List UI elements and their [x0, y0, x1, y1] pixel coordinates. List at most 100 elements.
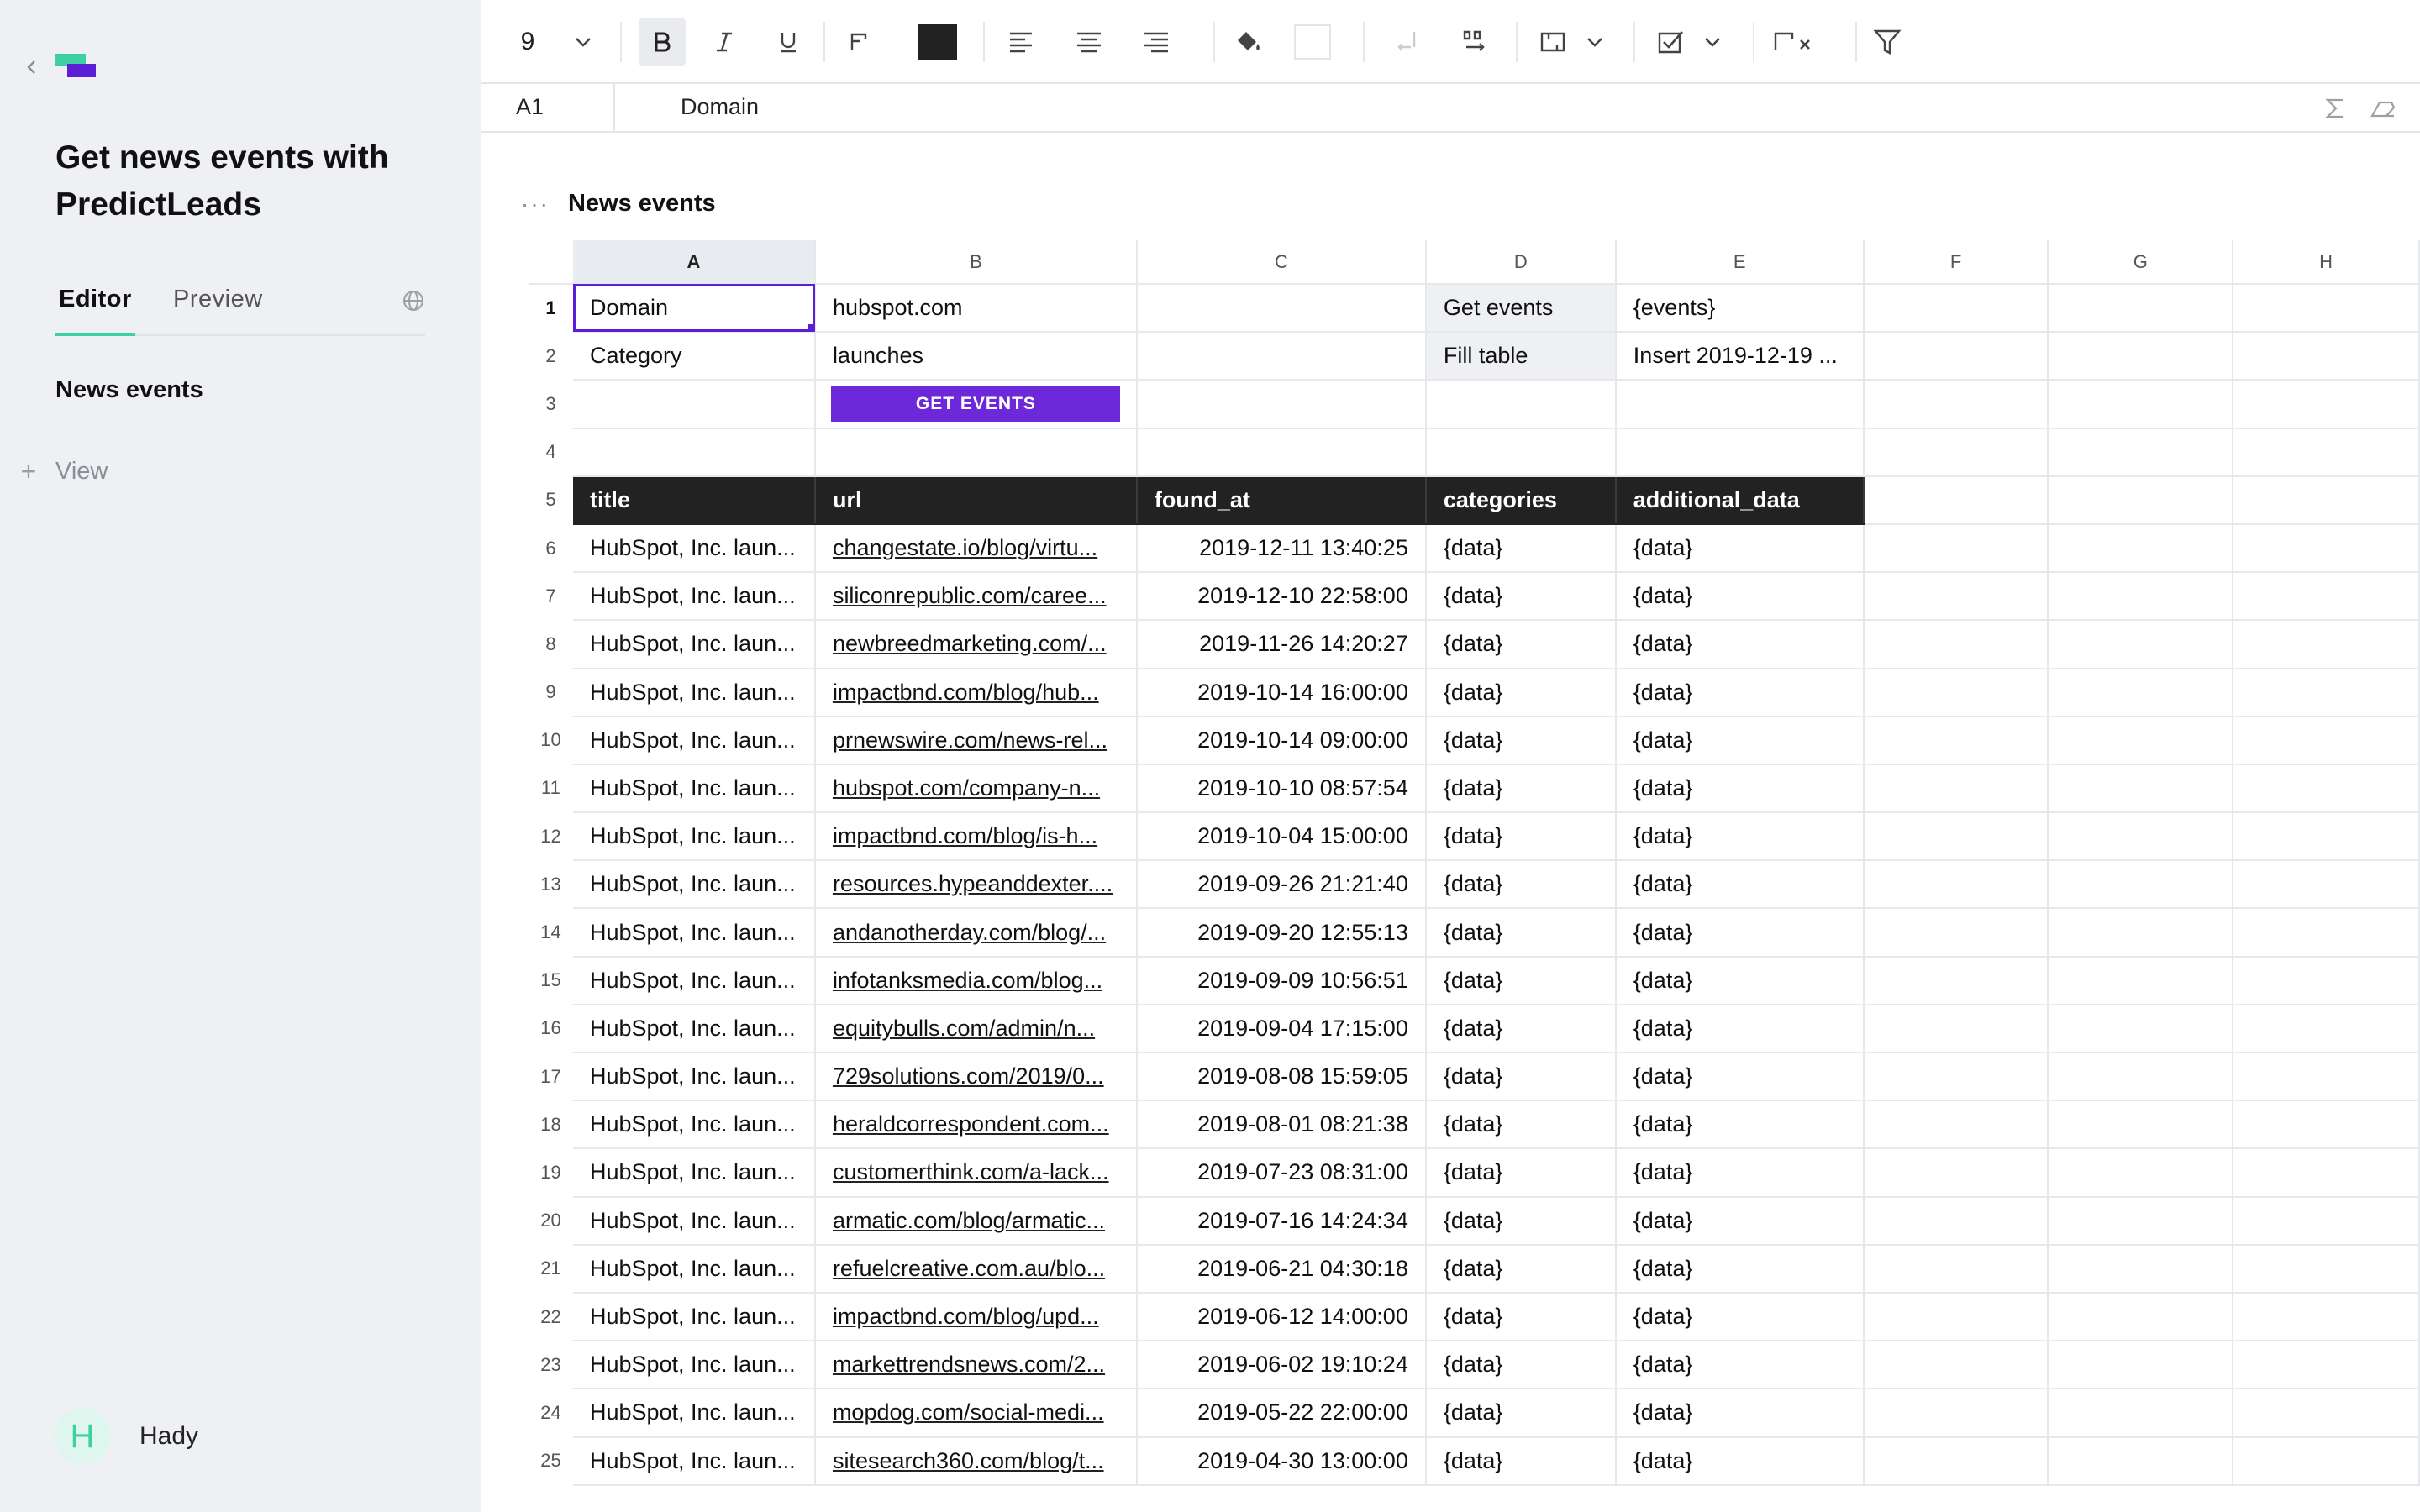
text-color-icon[interactable] [839, 18, 879, 66]
cell-empty[interactable] [2233, 1436, 2420, 1486]
cell-h3[interactable] [2233, 380, 2420, 429]
cell-empty[interactable] [2233, 1004, 2420, 1054]
cell-url[interactable]: changestate.io/blog/virtu... [814, 523, 1138, 574]
row-number[interactable]: 21 [529, 1245, 573, 1293]
checkbox-chevron-down-icon[interactable] [1696, 18, 1729, 66]
url-link[interactable]: impactbnd.com/blog/upd... [833, 1304, 1099, 1329]
cell-empty[interactable] [2048, 860, 2234, 910]
cell-categories[interactable]: {data} [1425, 956, 1617, 1005]
cell-additional-data[interactable]: {data} [1615, 812, 1865, 862]
cell-e4[interactable] [1615, 428, 1865, 477]
cell-empty[interactable] [2048, 1053, 2234, 1102]
cell-empty[interactable] [2233, 1100, 2420, 1150]
cell-title[interactable]: HubSpot, Inc. laun... [572, 668, 816, 717]
format-icon[interactable] [1533, 18, 1573, 66]
cell-title[interactable]: HubSpot, Inc. laun... [572, 860, 816, 910]
tab-editor[interactable]: Editor [55, 286, 135, 336]
cell-categories[interactable]: {data} [1425, 523, 1617, 574]
url-link[interactable]: heraldcorrespondent.com... [833, 1111, 1109, 1137]
cell-h2[interactable] [2233, 332, 2420, 381]
cell-empty[interactable] [2048, 620, 2234, 669]
cell-empty[interactable] [2233, 1244, 2420, 1294]
url-link[interactable]: armatic.com/blog/armatic... [833, 1208, 1105, 1233]
cell-categories[interactable]: {data} [1425, 620, 1617, 669]
cell-g1[interactable] [2048, 284, 2234, 333]
cell-url[interactable]: refuelcreative.com.au/blo... [814, 1244, 1138, 1294]
cell-empty[interactable] [1863, 1053, 2049, 1102]
url-link[interactable]: infotanksmedia.com/blog... [833, 968, 1102, 993]
cell-categories[interactable]: {data} [1425, 1148, 1617, 1198]
document-title[interactable]: Get news events with PredictLeads [55, 134, 442, 228]
italic-icon[interactable] [704, 18, 744, 66]
row-number[interactable]: 7 [529, 572, 573, 620]
cell-title[interactable]: HubSpot, Inc. laun... [572, 620, 816, 669]
row-number[interactable]: 25 [529, 1437, 573, 1485]
cell-title[interactable]: HubSpot, Inc. laun... [572, 1341, 816, 1390]
cell-found-at[interactable]: 2019-09-20 12:55:13 [1136, 908, 1427, 958]
cell-found-at[interactable]: 2019-10-04 15:00:00 [1136, 812, 1427, 862]
cell-empty[interactable] [2048, 1341, 2234, 1390]
url-link[interactable]: sitesearch360.com/blog/t... [833, 1448, 1104, 1473]
bold-icon[interactable] [639, 18, 686, 66]
cell-title[interactable]: HubSpot, Inc. laun... [572, 1292, 816, 1342]
cell-categories[interactable]: {data} [1425, 1341, 1617, 1390]
url-link[interactable]: newbreedmarketing.com/... [833, 631, 1107, 656]
cell-empty[interactable] [1863, 1292, 2049, 1342]
cell-empty[interactable] [2048, 1100, 2234, 1150]
cell-empty[interactable] [1863, 620, 2049, 669]
row-number[interactable]: 2 [529, 332, 573, 380]
cell-empty[interactable] [1863, 764, 2049, 814]
cell-categories[interactable]: {data} [1425, 812, 1617, 862]
url-link[interactable]: andanotherday.com/blog/... [833, 920, 1106, 945]
url-link[interactable]: impactbnd.com/blog/is-h... [833, 823, 1097, 848]
cell-b2[interactable]: launches [814, 332, 1138, 381]
align-right-icon[interactable] [1136, 18, 1176, 66]
globe-icon[interactable] [402, 289, 425, 312]
cell-url[interactable]: impactbnd.com/blog/is-h... [814, 812, 1138, 862]
get-events-button[interactable]: GET EVENTS [831, 386, 1121, 422]
cell-additional-data[interactable]: {data} [1615, 620, 1865, 669]
cell-additional-data[interactable]: {data} [1615, 716, 1865, 765]
align-left-icon[interactable] [1002, 18, 1042, 66]
cell-empty[interactable] [1863, 716, 2049, 765]
cell-url[interactable]: prnewswire.com/news-rel... [814, 716, 1138, 765]
cell-e2[interactable]: Insert 2019-12-19 ... [1615, 332, 1865, 381]
row-number[interactable]: 4 [529, 428, 573, 476]
cell-d4[interactable] [1425, 428, 1617, 477]
fill-handle[interactable] [807, 324, 813, 331]
cell-categories[interactable]: {data} [1425, 1389, 1617, 1438]
cell-url[interactable]: equitybulls.com/admin/n... [814, 1004, 1138, 1054]
column-header-a[interactable]: A [572, 240, 816, 285]
row-number[interactable]: 20 [529, 1197, 573, 1245]
cell-found-at[interactable]: 2019-10-10 08:57:54 [1136, 764, 1427, 814]
cell-found-at[interactable]: 2019-10-14 16:00:00 [1136, 668, 1427, 717]
formula-input[interactable]: Domain [681, 94, 759, 120]
row-number[interactable]: 13 [529, 860, 573, 908]
cell-e3[interactable] [1615, 380, 1865, 429]
outdent-icon[interactable] [1455, 18, 1496, 66]
cell-found-at[interactable]: 2019-09-26 21:21:40 [1136, 860, 1427, 910]
cell-empty[interactable] [2048, 1389, 2234, 1438]
cell-title[interactable]: HubSpot, Inc. laun... [572, 956, 816, 1005]
row-number[interactable]: 18 [529, 1100, 573, 1148]
cell-categories[interactable]: {data} [1425, 860, 1617, 910]
cell-reference[interactable]: A1 [516, 94, 544, 120]
clear-format-icon[interactable] [1770, 18, 1822, 66]
align-center-icon[interactable] [1069, 18, 1109, 66]
cell-empty[interactable] [2233, 860, 2420, 910]
cell-empty[interactable] [2048, 1004, 2234, 1054]
cell-empty[interactable] [2233, 572, 2420, 622]
cell-h5[interactable] [2233, 475, 2420, 525]
cell-found-at[interactable]: 2019-12-11 13:40:25 [1136, 523, 1427, 574]
filter-icon[interactable] [1867, 18, 1907, 66]
cell-g3[interactable] [2048, 380, 2234, 429]
cell-e1[interactable]: {events} [1615, 284, 1865, 333]
cell-categories[interactable]: {data} [1425, 1436, 1617, 1486]
url-link[interactable]: refuelcreative.com.au/blo... [833, 1256, 1105, 1281]
cell-a2[interactable]: Category [572, 332, 816, 381]
cell-f2[interactable] [1863, 332, 2049, 381]
url-link[interactable]: mopdog.com/social-medi... [833, 1399, 1104, 1425]
cell-empty[interactable] [2233, 1292, 2420, 1342]
user-profile[interactable]: H Hady [54, 1408, 198, 1465]
cell-title[interactable]: HubSpot, Inc. laun... [572, 1100, 816, 1150]
